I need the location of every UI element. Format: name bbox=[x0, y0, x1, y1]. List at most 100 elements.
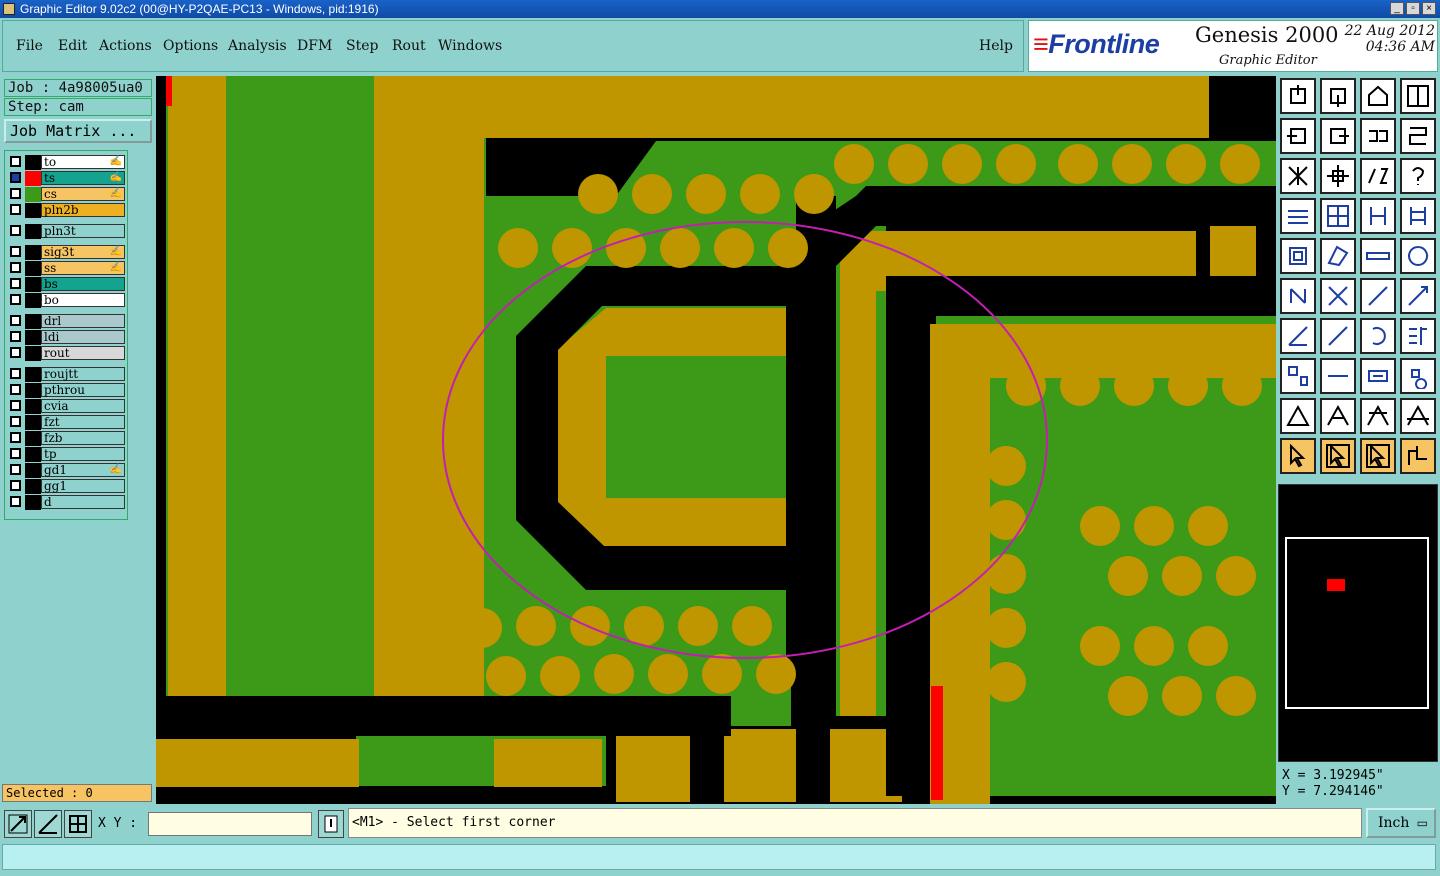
menu-edit[interactable]: Edit bbox=[58, 38, 87, 54]
ruler-icon[interactable] bbox=[1360, 238, 1396, 274]
layer-checkbox[interactable] bbox=[10, 331, 21, 342]
trace-bus-icon[interactable] bbox=[1400, 318, 1436, 354]
grid-icon[interactable] bbox=[1320, 198, 1356, 234]
zoom-box-icon[interactable] bbox=[4, 810, 32, 838]
graphic-canvas[interactable] bbox=[156, 76, 1276, 804]
layer-checkbox[interactable] bbox=[10, 294, 21, 305]
pad-icon[interactable] bbox=[1280, 238, 1316, 274]
xy-input[interactable] bbox=[148, 812, 312, 836]
triangle-b-icon[interactable] bbox=[1360, 398, 1396, 434]
layer-name[interactable]: gg1 bbox=[41, 479, 125, 493]
center-icon[interactable] bbox=[1320, 158, 1356, 194]
snap-red-icon[interactable] bbox=[1360, 198, 1396, 234]
circle-pad-icon[interactable] bbox=[1400, 238, 1436, 274]
layer-row-pln2b[interactable]: pln2b bbox=[7, 203, 127, 218]
angle-line-icon[interactable] bbox=[1280, 318, 1316, 354]
resize-icon[interactable] bbox=[1320, 238, 1356, 274]
layer-color-swatch[interactable] bbox=[25, 479, 41, 494]
layer-color-swatch[interactable] bbox=[25, 224, 41, 239]
layer-checkbox[interactable] bbox=[10, 204, 21, 215]
menu-rout[interactable]: Rout bbox=[392, 38, 426, 54]
cross-node-icon[interactable] bbox=[1320, 278, 1356, 314]
layer-row-d[interactable]: d bbox=[7, 495, 127, 510]
layer-row-rout[interactable]: rout bbox=[7, 346, 127, 361]
zoom-bottom-icon[interactable] bbox=[1320, 78, 1356, 114]
zoom-in-top-icon[interactable] bbox=[1280, 78, 1316, 114]
layer-color-swatch[interactable] bbox=[25, 399, 41, 414]
layer-checkbox[interactable] bbox=[10, 262, 21, 273]
layer-row-sig3t[interactable]: sig3t ✍ bbox=[7, 245, 127, 260]
layer-checkbox[interactable] bbox=[10, 496, 21, 507]
maximize-button[interactable]: ▫ bbox=[1406, 2, 1420, 15]
layer-row-ts[interactable]: ts ✍ bbox=[7, 171, 127, 186]
layer-color-swatch[interactable] bbox=[25, 155, 41, 170]
pan-left-icon[interactable] bbox=[1280, 118, 1316, 154]
pointer-icon[interactable] bbox=[1280, 438, 1316, 474]
menu-file[interactable]: File bbox=[16, 38, 43, 54]
layer-color-swatch[interactable] bbox=[25, 431, 41, 446]
layer-row-fzb[interactable]: fzb bbox=[7, 431, 127, 446]
layer-name[interactable]: ss ✍ bbox=[41, 261, 125, 275]
layer-color-swatch[interactable] bbox=[25, 495, 41, 510]
layer-color-swatch[interactable] bbox=[25, 447, 41, 462]
layer-color-swatch[interactable] bbox=[25, 463, 41, 478]
measure-tools-icon[interactable] bbox=[1280, 198, 1316, 234]
layer-checkbox[interactable] bbox=[10, 448, 21, 459]
layer-color-swatch[interactable] bbox=[25, 383, 41, 398]
menu-windows[interactable]: Windows bbox=[438, 38, 502, 54]
layer-name[interactable]: ldi bbox=[41, 330, 125, 344]
layer-name[interactable]: bs bbox=[41, 277, 125, 291]
layer-row-to[interactable]: to ✍ bbox=[7, 155, 127, 170]
layer-checkbox[interactable] bbox=[10, 188, 21, 199]
nodes-icon[interactable] bbox=[1400, 358, 1436, 394]
layer-checkbox[interactable] bbox=[10, 225, 21, 236]
layer-name[interactable]: bo bbox=[41, 293, 125, 307]
layer-color-swatch[interactable] bbox=[25, 330, 41, 345]
layer-color-swatch[interactable] bbox=[25, 367, 41, 382]
pad-snap-icon[interactable] bbox=[1280, 358, 1316, 394]
layer-checkbox[interactable] bbox=[10, 172, 21, 183]
layer-name[interactable]: roujtt bbox=[41, 367, 125, 381]
layer-checkbox[interactable] bbox=[10, 246, 21, 257]
minimize-button[interactable]: _ bbox=[1390, 2, 1404, 15]
measure-angle-icon[interactable] bbox=[34, 810, 62, 838]
horizontal-line-icon[interactable] bbox=[1320, 358, 1356, 394]
layer-row-pln3t[interactable]: pln3t bbox=[7, 224, 127, 239]
layer-name[interactable]: d bbox=[41, 495, 125, 509]
layer-checkbox[interactable] bbox=[10, 432, 21, 443]
layer-checkbox[interactable] bbox=[10, 347, 21, 358]
menu-actions[interactable]: Actions bbox=[99, 38, 152, 54]
layer-checkbox[interactable] bbox=[10, 278, 21, 289]
fit-all-icon[interactable] bbox=[1280, 158, 1316, 194]
mirror-icon[interactable] bbox=[1360, 118, 1396, 154]
close-button[interactable]: × bbox=[1422, 2, 1436, 15]
layer-name[interactable]: cs ✍ bbox=[41, 187, 125, 201]
snap-grid-icon[interactable] bbox=[64, 810, 92, 838]
layer-checkbox[interactable] bbox=[10, 156, 21, 167]
info-icon[interactable] bbox=[318, 810, 344, 838]
connect-nodes-icon[interactable] bbox=[1280, 278, 1316, 314]
layer-checkbox[interactable] bbox=[10, 368, 21, 379]
select-pointer-icon[interactable] bbox=[1320, 438, 1356, 474]
menu-dfm[interactable]: DFM bbox=[297, 38, 332, 54]
overview-map[interactable] bbox=[1278, 484, 1438, 762]
layer-color-swatch[interactable] bbox=[25, 245, 41, 260]
select-pointer-2-icon[interactable] bbox=[1360, 438, 1396, 474]
job-matrix-button[interactable]: Job Matrix ... bbox=[4, 119, 152, 143]
layer-row-bs[interactable]: bs bbox=[7, 277, 127, 292]
layer-name[interactable]: sig3t ✍ bbox=[41, 245, 125, 259]
line-node-2-icon[interactable] bbox=[1400, 278, 1436, 314]
snap-red-2-icon[interactable] bbox=[1400, 198, 1436, 234]
route-select-icon[interactable] bbox=[1400, 438, 1436, 474]
layer-row-cs[interactable]: cs ✍ bbox=[7, 187, 127, 202]
layer-name[interactable]: cvia bbox=[41, 399, 125, 413]
layer-row-bo[interactable]: bo bbox=[7, 293, 127, 308]
scale-1-2-icon[interactable] bbox=[1360, 158, 1396, 194]
line-node-icon[interactable] bbox=[1360, 278, 1396, 314]
layer-row-fzt[interactable]: fzt bbox=[7, 415, 127, 430]
layer-name[interactable]: tp bbox=[41, 447, 125, 461]
triangle-c-icon[interactable] bbox=[1400, 398, 1436, 434]
layer-name[interactable]: pln3t bbox=[41, 224, 125, 238]
layer-color-swatch[interactable] bbox=[25, 171, 41, 186]
layer-color-swatch[interactable] bbox=[25, 277, 41, 292]
